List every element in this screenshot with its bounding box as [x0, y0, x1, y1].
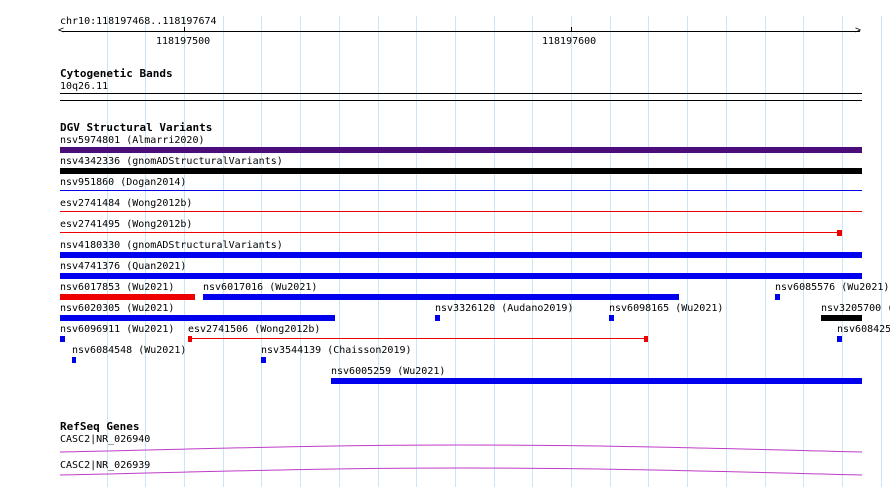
gene-models: [59, 444, 863, 476]
gene-model-line[interactable]: [59, 467, 863, 476]
gene-model-line[interactable]: [59, 444, 863, 453]
genome-browser-view: chr10:118197468..118197674 < > 118197500…: [0, 0, 890, 487]
